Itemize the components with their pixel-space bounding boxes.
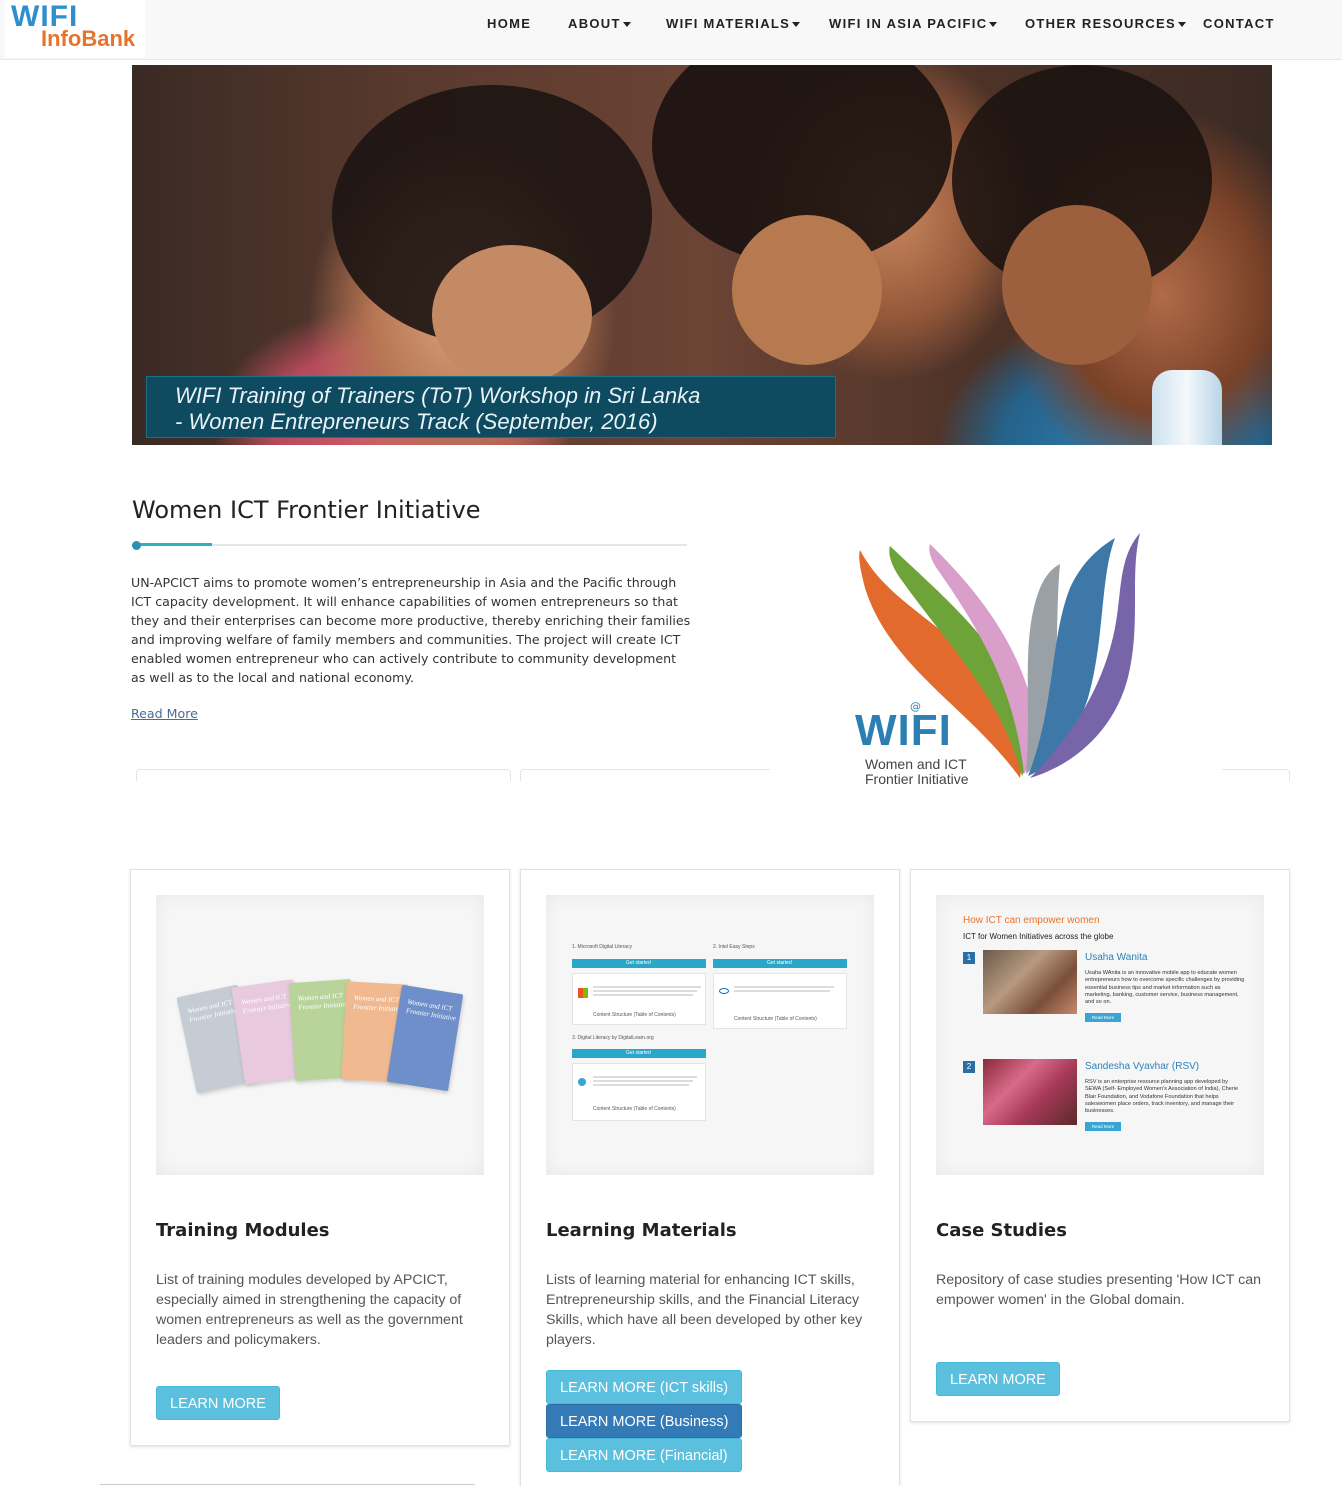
- booklet-text: Women and ICT Frontier Initiative: [405, 997, 457, 1023]
- wifi-logo-sub1: Women and ICT: [865, 756, 967, 772]
- card-top-edge: [136, 769, 511, 781]
- card-description: Repository of case studies presenting 'H…: [936, 1272, 1261, 1308]
- learn-more-business-button[interactable]: LEARN MORE (Business): [546, 1404, 743, 1438]
- mini-course-box: Content Structure (Table of Contents): [572, 973, 706, 1025]
- hero-image: WIFI Training of Trainers (ToT) Workshop…: [132, 65, 1272, 445]
- card-title: Case Studies: [936, 1220, 1067, 1241]
- chevron-down-icon: [792, 22, 801, 28]
- cs-number: 2: [963, 1061, 975, 1073]
- hero-caption-line2: - Women Entrepreneurs Track (September, …: [175, 409, 658, 434]
- mini-get-started-bar: Get started: [713, 959, 847, 968]
- cs-item-name: Sandesha Vyavhar (RSV): [1085, 1061, 1200, 1072]
- card-title: Learning Materials: [546, 1220, 737, 1241]
- chevron-down-icon: [989, 22, 998, 28]
- read-more-link[interactable]: Read More: [131, 706, 198, 721]
- learn-more-button[interactable]: LEARN MORE: [936, 1362, 1060, 1396]
- wifi-initiative-logo: @ WIFI Women and ICT Frontier Initiative: [770, 478, 1222, 808]
- site-logo[interactable]: WIFI InfoBank: [5, 0, 145, 58]
- nav-about-label: ABOUT: [568, 16, 621, 31]
- title-underline: [136, 544, 687, 546]
- mini-bar-label: Get started: [626, 1050, 651, 1056]
- nav-wifi-asia-pacific[interactable]: WIFI IN ASIA PACIFIC: [829, 16, 998, 31]
- hero-caption-line1: WIFI Training of Trainers (ToT) Workshop…: [175, 383, 701, 408]
- hero-figure: [432, 245, 592, 385]
- mini-course-title: 1. Microsoft Digital Literacy: [572, 944, 633, 950]
- mini-course-box: Content Structure (Table of Contents): [713, 973, 847, 1029]
- card-description: Lists of learning material for enhancing…: [546, 1272, 863, 1348]
- hero-bottle: [1152, 370, 1222, 445]
- bottom-divider: [100, 1484, 475, 1485]
- title-underline-accent: [136, 543, 212, 546]
- mini-bar-label: Get started: [767, 960, 792, 966]
- nav-other-resources-label: OTHER RESOURCES: [1025, 16, 1176, 31]
- nav-wifi-materials[interactable]: WIFI MATERIALS: [666, 16, 801, 31]
- mini-course-title: 2. Intel Easy Steps: [713, 944, 755, 950]
- training-modules-thumbnail: Women and ICT Frontier Initiative Women …: [156, 895, 484, 1175]
- microsoft-icon: [578, 988, 588, 998]
- learn-more-button[interactable]: LEARN MORE: [156, 1386, 280, 1420]
- mini-get-started-bar: Get started: [572, 1049, 706, 1058]
- card-top-edge: [520, 769, 810, 781]
- cs-item-text: Usaha WAnita is an innovative mobile app…: [1085, 970, 1245, 1006]
- mini-toc-label: Content Structure (Table of Contents): [593, 1106, 676, 1112]
- cs-item-name: Usaha Wanita: [1085, 952, 1148, 963]
- mini-bar-label: Get started: [626, 960, 651, 966]
- nav-about[interactable]: ABOUT: [568, 16, 631, 31]
- cs-item-text: RSV is an enterprise resource planning a…: [1085, 1079, 1239, 1115]
- nav-home[interactable]: HOME: [487, 16, 531, 31]
- cs-photo: [983, 950, 1077, 1014]
- chevron-down-icon: [1177, 22, 1186, 28]
- card-learning-materials: 1. Microsoft Digital Literacy Get starte…: [520, 869, 900, 1486]
- cs-subheading: ICT for Women Initiatives across the glo…: [963, 932, 1114, 941]
- cs-read-more: Read More: [1085, 1013, 1121, 1022]
- card-title: Training Modules: [156, 1220, 330, 1241]
- nav-contact-label: CONTACT: [1203, 16, 1275, 31]
- chevron-down-icon: [622, 22, 631, 28]
- card-case-studies: How ICT can empower women ICT for Women …: [910, 869, 1290, 1422]
- hero-figure: [1002, 205, 1152, 365]
- wifi-logo-sub2: Frontier Initiative: [865, 771, 969, 787]
- logo-infobank-text: InfoBank: [41, 26, 136, 51]
- case-studies-thumbnail: How ICT can empower women ICT for Women …: [936, 895, 1264, 1175]
- hero-figure: [732, 215, 882, 365]
- cs-number: 1: [963, 952, 975, 964]
- nav-wifi-asia-pacific-label: WIFI IN ASIA PACIFIC: [829, 16, 988, 31]
- cs-photo: [983, 1059, 1077, 1125]
- hero-caption: WIFI Training of Trainers (ToT) Workshop…: [146, 376, 836, 438]
- mini-toc-label: Content Structure (Table of Contents): [734, 1016, 817, 1022]
- cs-read-more: Read More: [1085, 1122, 1121, 1131]
- intro-body: UN-APCICT aims to promote women’s entrep…: [131, 575, 691, 685]
- digitallearn-icon: [578, 1078, 586, 1086]
- navbar: WIFI InfoBank HOME ABOUT WIFI MATERIALS …: [0, 0, 1342, 60]
- intel-icon: [719, 988, 729, 994]
- wifi-logo-word: WIFI: [855, 706, 952, 755]
- title-underline-dot: [132, 541, 141, 550]
- mini-toc-label: Content Structure (Table of Contents): [593, 1012, 676, 1018]
- mini-course-title: 3. Digital Literacy by DigitalLearn.org: [572, 1035, 654, 1041]
- intro-title: Women ICT Frontier Initiative: [132, 496, 481, 524]
- nav-home-label: HOME: [487, 16, 532, 31]
- card-description: List of training modules developed by AP…: [156, 1272, 463, 1348]
- learn-more-financial-button[interactable]: LEARN MORE (Financial): [546, 1438, 742, 1472]
- cs-heading: How ICT can empower women: [963, 915, 1100, 926]
- learn-more-ict-button[interactable]: LEARN MORE (ICT skills): [546, 1370, 743, 1404]
- mini-course-box: Content Structure (Table of Contents): [572, 1063, 706, 1121]
- nav-other-resources[interactable]: OTHER RESOURCES: [1025, 16, 1186, 31]
- mini-get-started-bar: Get started: [572, 959, 706, 968]
- nav-contact[interactable]: CONTACT: [1203, 16, 1275, 31]
- learning-materials-thumbnail: 1. Microsoft Digital Literacy Get starte…: [546, 895, 874, 1175]
- nav-wifi-materials-label: WIFI MATERIALS: [666, 16, 791, 31]
- wifi-petals-icon: [859, 533, 1140, 778]
- card-training-modules: Women and ICT Frontier Initiative Women …: [130, 869, 510, 1446]
